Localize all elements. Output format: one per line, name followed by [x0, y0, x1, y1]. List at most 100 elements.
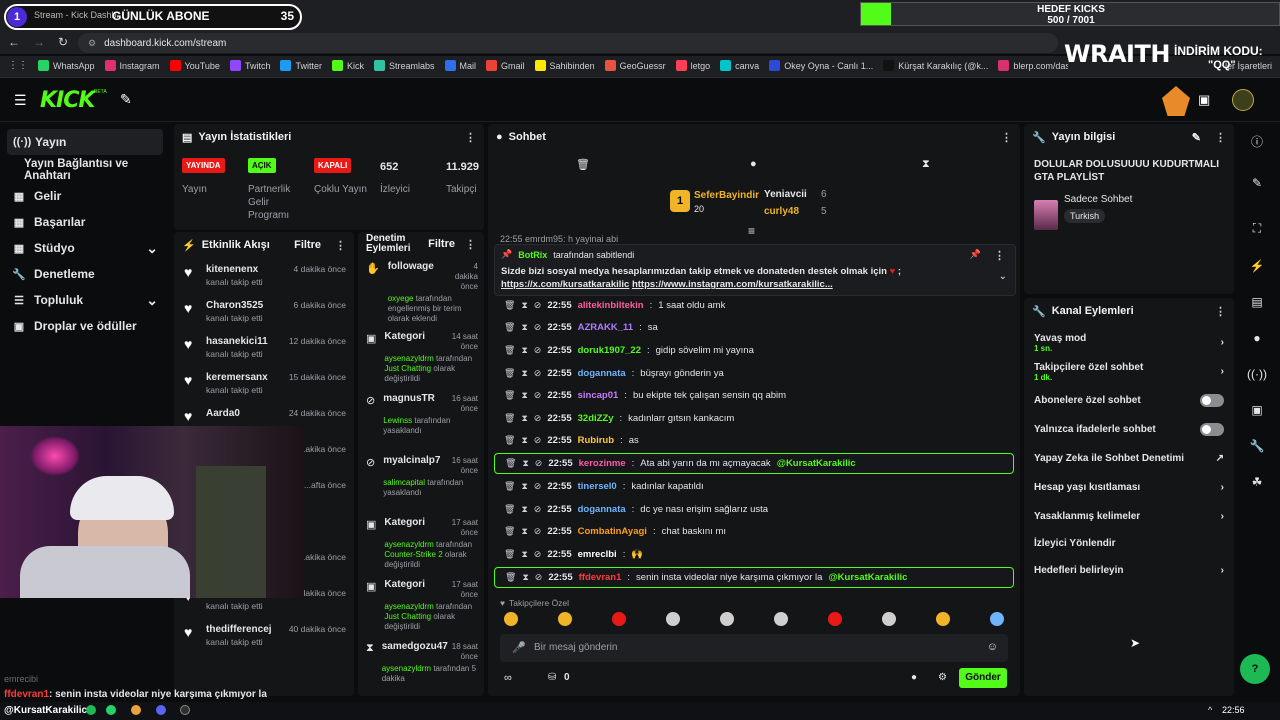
sidebar-item[interactable]: ▦ Başarılar: [0, 209, 170, 235]
sidebar-item[interactable]: Yayın Bağlantısı ve Anahtarı: [0, 157, 170, 183]
url-field[interactable]: dashboard.kick.com/stream: [104, 38, 226, 49]
discord-icon[interactable]: [156, 705, 166, 715]
collapse-icon[interactable]: ≡: [748, 224, 755, 238]
stats-menu-icon[interactable]: ⋮: [465, 131, 476, 144]
mod-action-title[interactable]: samedgozu47: [382, 642, 448, 662]
chat-message[interactable]: 🗑 ⧗ ⊘ 22:55 ffdevran1: senin insta videolar n…: [494, 566, 1014, 588]
leaderboard-second-name[interactable]: Yeniavcii: [764, 189, 807, 200]
mod-actor[interactable]: salimcapital: [383, 478, 425, 487]
chat-message[interactable]: 🗑 ⧗ ⊘ 22:55 kerozinme: Ata abi yarın da mı aç…: [494, 453, 1014, 475]
site-info-icon[interactable]: ⚙: [88, 38, 96, 49]
screen-icon[interactable]: ⛶: [1240, 208, 1274, 248]
emote-icon[interactable]: [882, 612, 896, 626]
chevron-right-icon[interactable]: ›: [1221, 511, 1224, 522]
activity-user[interactable]: Charon3525: [206, 300, 286, 311]
sidebar-item[interactable]: 🔧 Denetleme: [0, 261, 170, 287]
support-button[interactable]: ?: [1240, 654, 1270, 684]
user-avatar[interactable]: [1232, 89, 1254, 111]
chat-username[interactable]: CombatinAyagi: [578, 526, 647, 537]
chevron-right-icon[interactable]: ›: [1221, 366, 1224, 377]
chrome-icon[interactable]: [131, 705, 141, 715]
bookmark-item[interactable]: canva: [720, 60, 759, 71]
sidebar-item[interactable]: ☰ Topluluk ⌄: [0, 287, 170, 313]
chat-rail-icon[interactable]: ●: [1240, 320, 1274, 356]
category-thumbnail[interactable]: [1034, 200, 1058, 230]
emoji-icon[interactable]: ☺: [987, 641, 998, 653]
chat-username[interactable]: 32diZZy: [578, 413, 614, 424]
apps-grid-icon[interactable]: ⋮⋮: [8, 60, 28, 71]
bookmark-item[interactable]: Gmail: [486, 60, 525, 71]
external-link-icon[interactable]: ↗: [1216, 453, 1224, 464]
bookmark-item[interactable]: WhatsApp: [38, 60, 95, 71]
emote-icon[interactable]: [990, 612, 1004, 626]
kick-logo[interactable]: KICK: [40, 88, 95, 113]
ban-icon[interactable]: ⊘: [534, 481, 542, 492]
hourglass-icon[interactable]: ⧗: [521, 504, 527, 515]
chevron-right-icon[interactable]: ›: [1221, 565, 1224, 576]
gear-icon[interactable]: ⚙: [938, 672, 947, 683]
sidebar-item[interactable]: ▣ Droplar ve ödüller: [0, 313, 170, 339]
chat-message[interactable]: 🗑 ⧗ ⊘ 22:55 sincap01: bu ekipte tek çalışan s…: [494, 384, 1014, 407]
chat-username[interactable]: sincap01: [578, 390, 619, 401]
bookmark-item[interactable]: Twitch: [229, 60, 270, 71]
trash-icon[interactable]: 🗑: [504, 549, 515, 560]
hourglass-icon[interactable]: ⧗: [521, 481, 527, 492]
menu-icon[interactable]: ☰: [14, 92, 27, 109]
activity-item[interactable]: ♥ hasanekici11 kanalı takip etti 12 dakika …: [174, 330, 354, 366]
sidebar-item[interactable]: ▦ Gelir: [0, 183, 170, 209]
chat-message[interactable]: 🗑 ⧗ ⊘ 22:55 alitekinbiltekin:1 saat oldu amk: [494, 294, 1014, 317]
emote-icon[interactable]: [504, 612, 518, 626]
bookmark-item[interactable]: Instagram: [104, 60, 160, 71]
chat-username[interactable]: emreclbi: [578, 549, 617, 560]
forward-icon[interactable]: →: [33, 35, 45, 49]
chat-message[interactable]: 🗑 ⧗ ⊘ 22:55 tinersel0: kadınlar kapatıldı: [494, 475, 1014, 498]
mod-action-title[interactable]: myalcinalp7: [383, 456, 440, 476]
ban-icon[interactable]: ⊘: [534, 300, 542, 311]
trash-icon[interactable]: 🗑: [504, 526, 515, 537]
channel-action-item[interactable]: Hesap yaşı kısıtlaması ›: [1024, 473, 1234, 502]
trash-icon[interactable]: 🗑: [504, 504, 515, 515]
ban-icon[interactable]: ⊘: [535, 458, 543, 469]
whatsapp-icon[interactable]: [106, 705, 116, 715]
hourglass-icon[interactable]: ⧗: [521, 435, 527, 446]
channel-action-item[interactable]: İzleyici Yönlendir: [1024, 531, 1234, 556]
hourglass-icon[interactable]: ⧗: [521, 390, 527, 401]
unpin-icon[interactable]: 📌: [970, 249, 981, 260]
activity-filter[interactable]: Filtre: [294, 239, 321, 252]
mod-action-item[interactable]: ⊘ magnusTR 16 saat önce Lewinss tarafından …: [358, 388, 484, 450]
chat-mention[interactable]: @KursatKarakilic: [777, 458, 856, 469]
bookmark-item[interactable]: Okey Oyna - Canlı 1...: [769, 60, 873, 71]
stream-tag[interactable]: Turkish: [1064, 209, 1106, 223]
channel-action-item[interactable]: Yalnızca ifadelerle sohbet: [1024, 415, 1234, 444]
ban-icon[interactable]: ⊘: [534, 504, 542, 515]
chat-mention[interactable]: @KursatKarakilic: [828, 572, 907, 583]
chat-username[interactable]: alitekinbiltekin: [578, 300, 644, 311]
toggle-switch[interactable]: [1200, 394, 1224, 407]
chat-input-field[interactable]: 🎤 Bir mesaj gönderin ☺: [500, 634, 1008, 662]
channel-actions-menu-icon[interactable]: ⋮: [1215, 305, 1226, 318]
gift-icon[interactable]: ⛁: [548, 672, 556, 683]
ban-icon[interactable]: ⊘: [534, 526, 542, 537]
sidebar-item[interactable]: ▦ Stüdyo ⌄: [0, 235, 170, 261]
trash-icon[interactable]: 🗑: [504, 481, 515, 492]
broadcast-rail-icon[interactable]: ((·)): [1240, 356, 1274, 392]
trash-icon[interactable]: 🗑: [504, 345, 515, 356]
activity-user[interactable]: thedifferencej: [206, 624, 281, 635]
toggle-switch[interactable]: [1200, 423, 1224, 436]
mod-action-item[interactable]: ▣ Kategori 17 saat önce aysenazyldrm tarafı…: [358, 512, 484, 574]
hourglass-icon[interactable]: ⧗: [521, 322, 527, 333]
bookmark-item[interactable]: Mail: [444, 60, 476, 71]
stream-info-menu-icon[interactable]: ⋮: [1215, 131, 1226, 144]
browser-tab-title[interactable]: Stream - Kick Dashb...: [34, 10, 124, 20]
chevron-right-icon[interactable]: ›: [1221, 482, 1224, 493]
hourglass-icon[interactable]: ⧗: [521, 300, 527, 311]
chat-username[interactable]: dogannata: [578, 504, 626, 515]
leaderboard-first-name[interactable]: SeferBayindir: [694, 190, 759, 201]
infinity-icon[interactable]: ∞: [504, 672, 512, 684]
ban-icon[interactable]: ⊘: [534, 322, 542, 333]
mod-action-item[interactable]: ⧗ samedgozu47 18 saat önce aysenazyldrm tar…: [358, 636, 484, 696]
chevron-right-icon[interactable]: ›: [1221, 337, 1224, 348]
ban-icon[interactable]: ⊘: [534, 368, 542, 379]
chat-username[interactable]: tinersel0: [578, 481, 617, 492]
doc-rail-icon[interactable]: ▤: [1240, 284, 1274, 320]
